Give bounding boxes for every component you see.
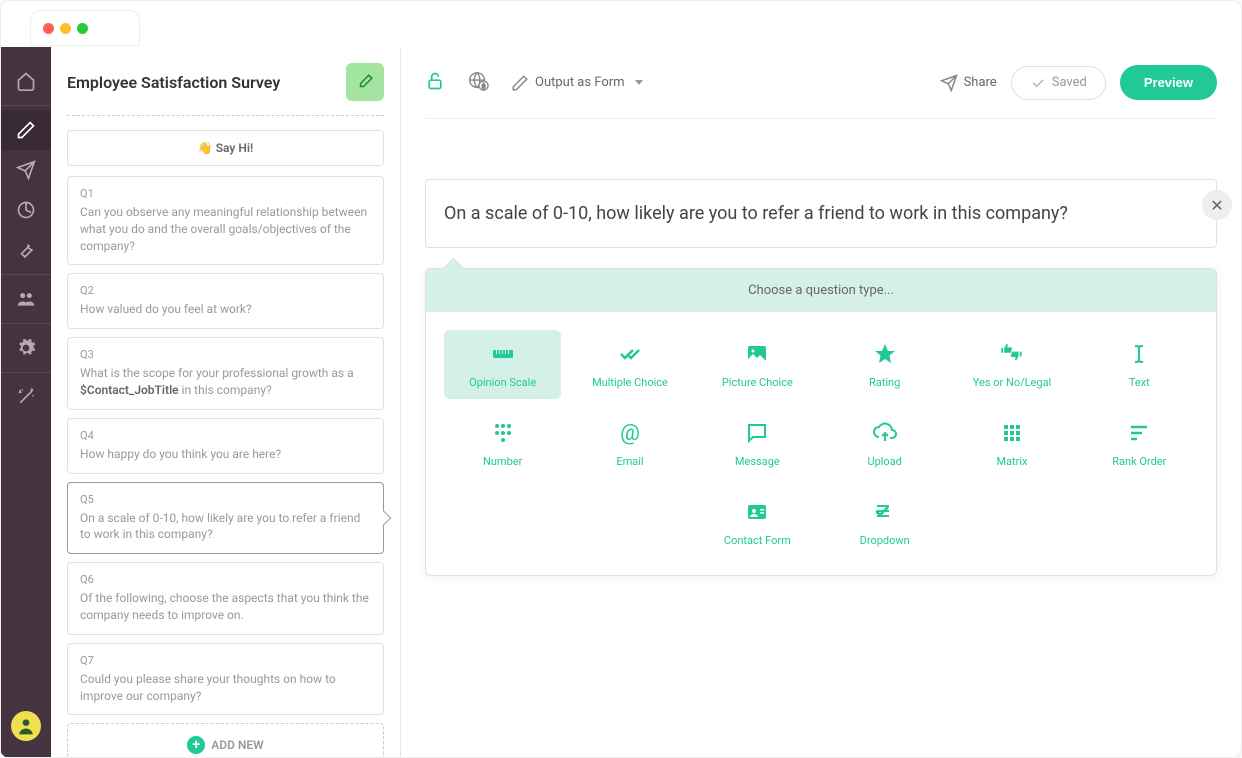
maximize-dot[interactable]: [77, 23, 88, 34]
gear-icon[interactable]: [1, 328, 51, 368]
question-card-selected[interactable]: Q5 On a scale of 0-10, how likely are yo…: [67, 482, 384, 555]
topbar: $ Output as Form Share Saved: [425, 47, 1217, 119]
question-list-panel: Employee Satisfaction Survey 👋 Say Hi! Q…: [51, 47, 401, 757]
type-rank-order[interactable]: Rank Order: [1081, 409, 1198, 478]
type-multiple-choice[interactable]: Multiple Choice: [571, 330, 688, 399]
close-dot[interactable]: [43, 23, 54, 34]
type-contact-form[interactable]: Contact Form: [699, 488, 816, 557]
picture-icon: [745, 340, 769, 368]
at-icon: @: [620, 419, 640, 447]
add-new-button[interactable]: +ADD NEW: [67, 723, 384, 757]
avatar[interactable]: [11, 711, 41, 741]
question-card[interactable]: Q3 What is the scope for your profession…: [67, 337, 384, 410]
text-cursor-icon: [1127, 340, 1151, 368]
question-card[interactable]: Q4 How happy do you think you are here?: [67, 418, 384, 474]
output-as-form-button[interactable]: Output as Form: [511, 74, 643, 92]
rank-icon: [1127, 419, 1151, 447]
question-input-wrap: On a scale of 0-10, how likely are you t…: [425, 179, 1217, 248]
say-hi-card[interactable]: 👋 Say Hi!: [67, 130, 384, 166]
analytics-icon[interactable]: [1, 190, 51, 230]
thumbs-icon: [1000, 340, 1024, 368]
type-message[interactable]: Message: [699, 409, 816, 478]
share-button[interactable]: Share: [940, 74, 997, 92]
double-check-icon: [618, 340, 642, 368]
type-panel-header: Choose a question type...: [426, 269, 1216, 312]
wand-icon[interactable]: [1, 377, 51, 417]
users-icon[interactable]: [1, 279, 51, 319]
minimize-dot[interactable]: [60, 23, 71, 34]
type-picture-choice[interactable]: Picture Choice: [699, 330, 816, 399]
cloud-upload-icon: [873, 419, 897, 447]
window-titlebar: [30, 10, 140, 46]
type-opinion-scale[interactable]: Opinion Scale: [444, 330, 561, 399]
type-dropdown[interactable]: Dropdown: [826, 488, 943, 557]
question-type-panel: Choose a question type... Opinion Scale …: [425, 268, 1217, 576]
theme-button[interactable]: [346, 63, 384, 101]
question-card[interactable]: Q6 Of the following, choose the aspects …: [67, 562, 384, 635]
svg-text:$: $: [482, 82, 486, 90]
preview-button[interactable]: Preview: [1120, 65, 1217, 100]
sidebar: [1, 47, 51, 757]
type-matrix[interactable]: Matrix: [953, 409, 1070, 478]
main-panel: $ Output as Form Share Saved: [401, 47, 1241, 757]
question-card[interactable]: Q7 Could you please share your thoughts …: [67, 643, 384, 716]
type-text[interactable]: Text: [1081, 330, 1198, 399]
question-card[interactable]: Q2 How valued do you feel at work?: [67, 273, 384, 329]
dropdown-icon: [873, 498, 897, 526]
type-upload[interactable]: Upload: [826, 409, 943, 478]
question-card[interactable]: Q1 Can you observe any meaningful relati…: [67, 176, 384, 265]
type-yes-no[interactable]: Yes or No/Legal: [953, 330, 1070, 399]
chevron-down-icon: [635, 80, 643, 85]
keypad-icon: [491, 419, 515, 447]
lock-icon[interactable]: [425, 71, 445, 95]
send-icon[interactable]: [1, 150, 51, 190]
survey-title[interactable]: Employee Satisfaction Survey: [67, 73, 280, 92]
home-icon[interactable]: [1, 61, 51, 101]
contact-card-icon: [745, 498, 769, 526]
question-text-input[interactable]: On a scale of 0-10, how likely are you t…: [444, 202, 1168, 225]
ruler-icon: [491, 340, 515, 368]
type-number[interactable]: Number: [444, 409, 561, 478]
chat-icon: [745, 419, 769, 447]
grid-icon: [1000, 419, 1024, 447]
globe-currency-icon[interactable]: $: [467, 70, 489, 96]
close-icon[interactable]: ✕: [1202, 190, 1232, 220]
edit-icon[interactable]: [1, 110, 51, 150]
plus-icon: +: [187, 736, 205, 754]
wrench-icon[interactable]: [1, 230, 51, 270]
saved-button[interactable]: Saved: [1011, 66, 1106, 100]
type-email[interactable]: @ Email: [571, 409, 688, 478]
type-rating[interactable]: Rating: [826, 330, 943, 399]
star-icon: [873, 340, 897, 368]
